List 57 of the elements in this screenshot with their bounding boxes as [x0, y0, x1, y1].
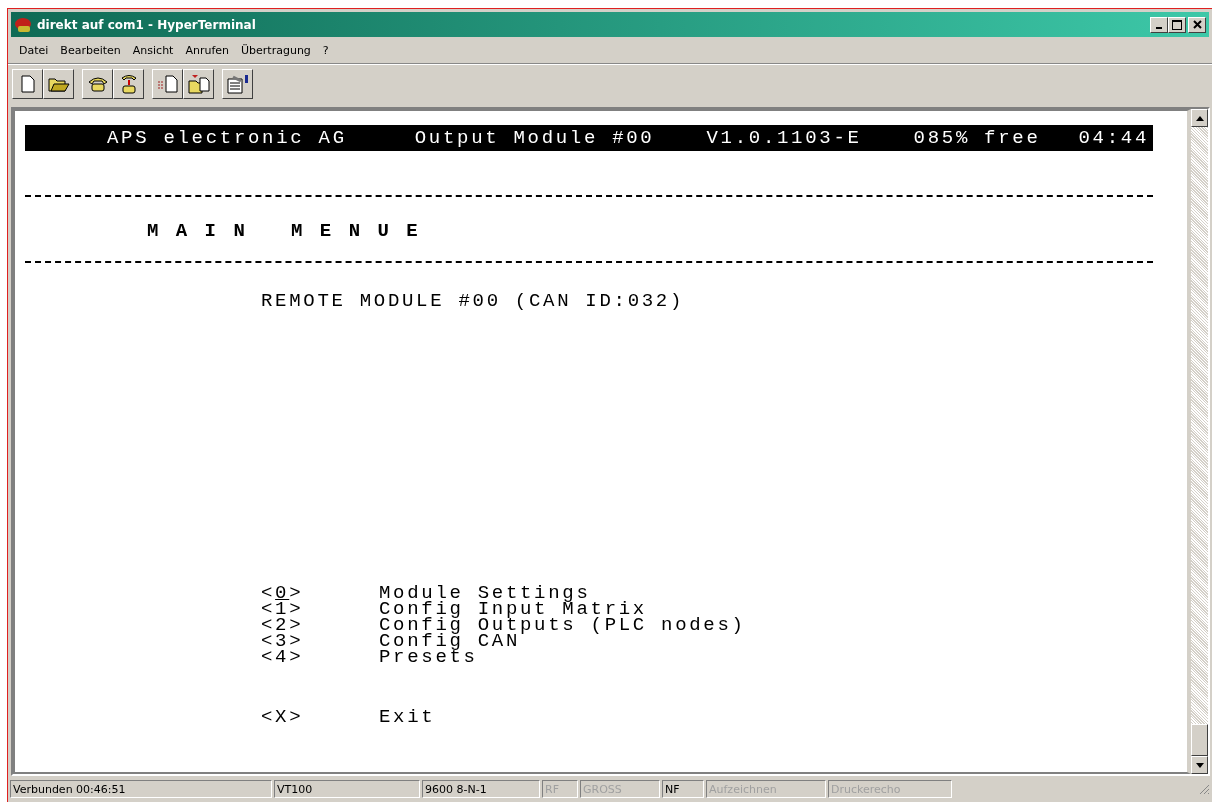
module-heading: REMOTE MODULE #00 (CAN ID:032) — [261, 293, 686, 309]
down-arrow-icon — [1195, 762, 1204, 768]
status-field: NF — [662, 780, 704, 798]
properties-button[interactable] — [222, 69, 253, 99]
call-button[interactable] — [82, 69, 113, 99]
scrollbar-thumb[interactable] — [1191, 724, 1208, 756]
scroll-down-button[interactable] — [1191, 756, 1208, 774]
properties-icon — [226, 74, 249, 94]
folder-icon — [47, 76, 70, 92]
close-button[interactable] — [1188, 16, 1206, 33]
header-text: 04:44 — [1078, 130, 1150, 146]
status-field: VT100 — [274, 780, 420, 798]
new-button[interactable] — [12, 69, 43, 99]
hang-up-button[interactable] — [113, 69, 144, 99]
minimize-button[interactable] — [1150, 16, 1168, 33]
header-text: APS electronic AG — [107, 130, 347, 146]
menu-item[interactable]: Bearbeiten — [54, 43, 127, 57]
menu-key: <0> — [261, 585, 379, 601]
maximize-button[interactable] — [1168, 16, 1186, 33]
close-icon — [1192, 20, 1202, 29]
header-text: 085% free — [913, 130, 1041, 146]
menu-key: <2> — [261, 617, 379, 633]
header-text: V1.0.1103-E — [706, 130, 862, 146]
menu-option[interactable]: Exit — [379, 709, 436, 725]
maximize-icon — [1172, 19, 1182, 30]
window-title: direkt auf com1 - HyperTerminal — [37, 17, 257, 32]
header-text: Output Module #00 — [414, 130, 655, 146]
menu-option[interactable]: Config Outputs (PLC nodes) — [379, 617, 746, 633]
telephone-icon — [86, 76, 109, 92]
scroll-up-button[interactable] — [1191, 109, 1208, 127]
send-button[interactable] — [152, 69, 183, 99]
menu-item[interactable]: Anrufen — [179, 43, 236, 57]
menu-item[interactable]: Übertragung — [235, 43, 317, 57]
menu-option[interactable]: Module Settings — [379, 585, 591, 601]
receive-folder-icon — [187, 74, 210, 94]
menu-title: M A I N M E N U E — [147, 223, 422, 239]
menu-option[interactable]: Presets — [379, 649, 478, 665]
menu-item[interactable]: Datei — [13, 43, 55, 57]
menu-item[interactable]: ? — [316, 43, 335, 57]
menu-item[interactable]: Ansicht — [126, 43, 180, 57]
status-field: Verbunden 00:46:51 — [10, 780, 272, 798]
menu-key: <4> — [261, 649, 379, 665]
send-document-icon — [156, 75, 179, 93]
menu-option[interactable]: Config Input Matrix — [379, 601, 647, 617]
menu-key: <1> — [261, 601, 379, 617]
menu-key: <X> — [261, 709, 379, 725]
document-icon — [20, 75, 35, 93]
up-arrow-icon — [1195, 115, 1204, 121]
resize-grip-icon[interactable] — [1198, 783, 1210, 795]
telephone-icon — [119, 74, 138, 94]
open-button[interactable] — [43, 69, 74, 99]
minimize-icon — [1156, 26, 1162, 29]
menu-option[interactable]: Config CAN — [379, 633, 521, 649]
receive-button[interactable] — [183, 69, 214, 99]
status-field: 9600 8-N-1 — [422, 780, 540, 798]
menu-key: <3> — [261, 633, 379, 649]
telephone-icon — [14, 15, 34, 34]
